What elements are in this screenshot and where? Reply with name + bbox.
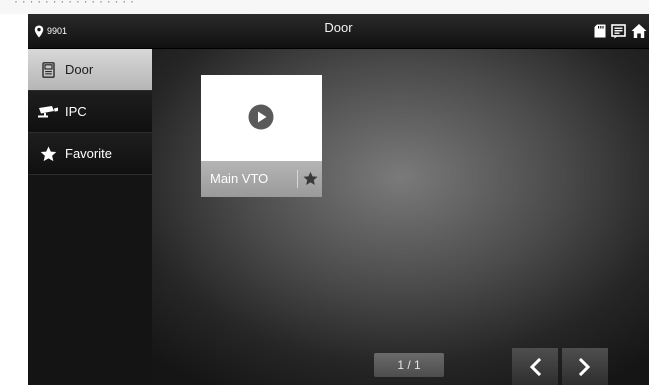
- home-icon[interactable]: [631, 23, 647, 39]
- cctv-camera-icon: [37, 103, 59, 121]
- device-name: Main VTO: [210, 171, 269, 186]
- sidebar-item-label: IPC: [65, 104, 87, 119]
- play-icon[interactable]: [248, 104, 274, 130]
- device-thumbnail[interactable]: [201, 75, 322, 161]
- favorite-star-icon[interactable]: [303, 171, 318, 186]
- sidebar-item-door[interactable]: Door: [28, 49, 152, 91]
- status-icons: [594, 21, 647, 41]
- chevron-left-icon: [529, 357, 541, 376]
- page-indicator: 1 / 1: [374, 353, 444, 377]
- sidebar-item-favorite[interactable]: Favorite: [28, 133, 152, 175]
- page-title: Door: [324, 20, 353, 35]
- previous-page-button[interactable]: [512, 348, 558, 385]
- sd-card-icon[interactable]: [594, 24, 606, 38]
- sidebar-item-label: Favorite: [65, 146, 112, 161]
- device-screen: 9901 Door Door IPC Favorite Main VTO 1 /…: [28, 14, 649, 385]
- sidebar: Door IPC Favorite: [28, 49, 152, 385]
- star-icon: [37, 145, 59, 163]
- sidebar-item-label: Door: [65, 62, 94, 77]
- cropped-text-fragment: · · · · · · · · · · · · · · · ·: [14, 0, 135, 8]
- divider: [297, 170, 298, 188]
- status-bar: 9901 Door: [28, 14, 649, 49]
- device-tile-main-vto[interactable]: Main VTO: [201, 75, 322, 197]
- device-caption: Main VTO: [201, 161, 322, 197]
- page: · · · · · · · · · · · · · · · · 9901 Doo…: [0, 0, 649, 385]
- sidebar-item-ipc[interactable]: IPC: [28, 91, 152, 133]
- message-icon[interactable]: [611, 23, 626, 39]
- next-page-button[interactable]: [562, 348, 608, 385]
- door-phone-icon: [37, 61, 59, 79]
- cropped-document-text: · · · · · · · · · · · · · · · ·: [0, 0, 649, 14]
- chevron-right-icon: [579, 357, 591, 376]
